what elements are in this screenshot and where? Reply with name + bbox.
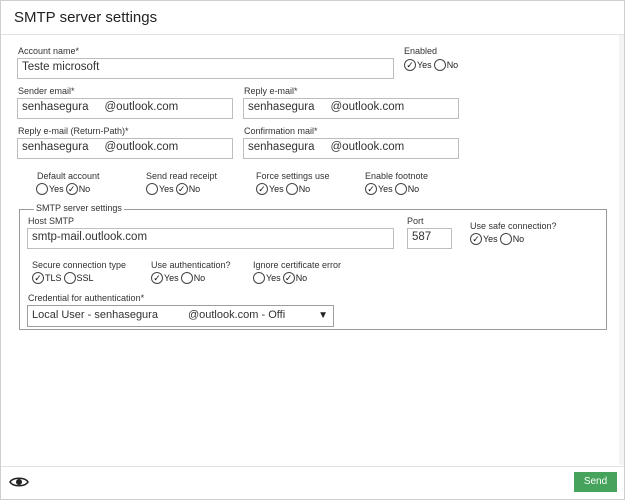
check-icon [175,183,188,195]
check-icon [32,272,44,284]
force-settings-yes-radio[interactable]: Yes [256,183,284,195]
send-read-receipt-label: Send read receipt [146,171,218,181]
default-account-yes-radio[interactable]: Yes [36,183,64,195]
enabled-no-radio[interactable]: No [433,59,458,71]
smtp-settings-window: SMTP server settings Account name* Teste… [0,0,625,500]
account-name-label: Account name* [18,46,80,56]
send-read-receipt-no-radio[interactable]: No [175,183,200,195]
return-path-input[interactable]: senhasegura @outlook.com [17,138,233,159]
safe-connection-no-radio[interactable]: No [499,233,524,245]
send-read-receipt-yes-radio[interactable]: Yes [146,183,174,195]
window-title: SMTP server settings [14,9,158,26]
enable-footnote-no-radio[interactable]: No [394,183,419,195]
radio-circle-icon [36,183,48,195]
radio-circle-icon [180,272,193,284]
safe-connection-yes-radio[interactable]: Yes [470,233,498,245]
smtp-fieldset-legend: SMTP server settings [34,203,124,213]
send-button[interactable]: Send [574,472,617,492]
enable-footnote-radio-group: Yes No [365,183,421,195]
account-name-input[interactable]: Teste microsoft [17,58,394,79]
use-auth-label: Use authentication? [151,260,231,270]
enable-footnote-yes-radio[interactable]: Yes [365,183,393,195]
sender-email-label: Sender email* [18,86,75,96]
return-path-label: Reply e-mail (Return-Path)* [18,126,129,136]
ssl-radio[interactable]: SSL [63,272,94,284]
radio-circle-icon [394,183,407,195]
check-icon [365,183,377,195]
safe-connection-radio-group: Yes No [470,233,526,245]
title-bar: SMTP server settings [1,1,624,35]
radio-circle-icon [63,272,76,284]
default-account-label: Default account [37,171,100,181]
radio-circle-icon [253,272,265,284]
force-settings-radio-group: Yes No [256,183,312,195]
safe-connection-label: Use safe connection? [470,221,557,231]
ignore-cert-no-radio[interactable]: No [282,272,307,284]
force-settings-no-radio[interactable]: No [285,183,310,195]
caret-down-icon: ▼ [318,310,328,321]
check-icon [65,183,78,195]
credential-label: Credential for authentication* [28,293,145,303]
scrollbar[interactable] [619,35,624,465]
enabled-label: Enabled [404,46,438,56]
secure-type-radio-group: TLS SSL [32,272,96,284]
footer [1,466,624,499]
use-auth-no-radio[interactable]: No [180,272,205,284]
ignore-cert-radio-group: Yes No [253,272,309,284]
sender-email-input[interactable]: senhasegura @outlook.com [17,98,233,119]
radio-circle-icon [499,233,512,245]
default-account-no-radio[interactable]: No [65,183,90,195]
tls-radio[interactable]: TLS [32,272,62,284]
force-settings-label: Force settings use [256,171,330,181]
use-auth-yes-radio[interactable]: Yes [151,272,179,284]
eye-icon[interactable] [9,475,29,489]
check-icon [151,272,163,284]
port-label: Port [407,216,424,226]
use-auth-radio-group: Yes No [151,272,207,284]
radio-circle-icon [285,183,298,195]
confirmation-mail-input[interactable]: senhasegura @outlook.com [243,138,459,159]
enable-footnote-label: Enable footnote [365,171,429,181]
reply-email-label: Reply e-mail* [244,86,298,96]
default-account-radio-group: Yes No [36,183,92,195]
host-smtp-label: Host SMTP [28,216,75,226]
host-smtp-input[interactable]: smtp-mail.outlook.com [27,228,394,249]
enabled-yes-radio[interactable]: Yes [404,59,432,71]
credential-select[interactable]: Local User - senhasegura @outlook.com - O… [27,305,334,327]
check-icon [404,59,416,71]
ignore-cert-yes-radio[interactable]: Yes [253,272,281,284]
confirmation-mail-label: Confirmation mail* [244,126,318,136]
secure-type-label: Secure connection type [32,260,127,270]
port-input[interactable]: 587 [407,228,452,249]
send-read-receipt-radio-group: Yes No [146,183,202,195]
radio-circle-icon [146,183,158,195]
enabled-radio-group: Yes No [404,59,460,71]
ignore-cert-label: Ignore certificate error [253,260,342,270]
radio-circle-icon [433,59,446,71]
check-icon [282,272,295,284]
reply-email-input[interactable]: senhasegura @outlook.com [243,98,459,119]
check-icon [256,183,268,195]
check-icon [470,233,482,245]
